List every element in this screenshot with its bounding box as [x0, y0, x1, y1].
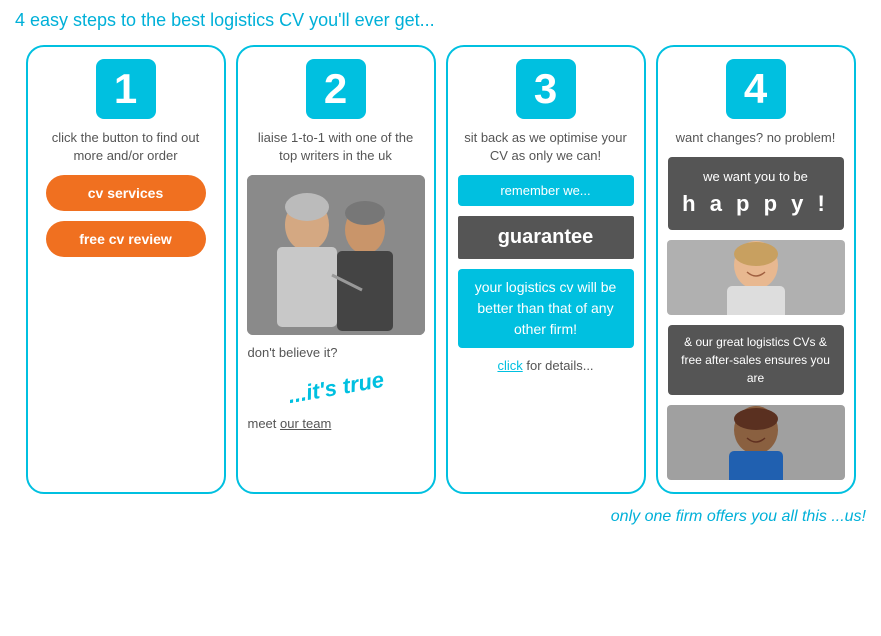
team-photo [247, 175, 425, 335]
guarantee-box: guarantee [458, 216, 634, 259]
man-photo [667, 405, 845, 480]
page-title: 4 easy steps to the best logistics CV yo… [15, 10, 866, 31]
meet-team-text: meet our team [248, 416, 424, 431]
column-1: 1 click the button to find out more and/… [26, 45, 226, 494]
step-4-number: 4 [726, 59, 786, 119]
click-details-text: click for details... [458, 358, 634, 373]
happy-box: we want you to be h a p p y ! [668, 157, 844, 230]
our-team-link[interactable]: our team [280, 416, 331, 431]
step-2-desc: liaise 1-to-1 with one of the top writer… [248, 129, 424, 165]
cv-services-button[interactable]: cv services [46, 175, 206, 211]
column-2: 2 liaise 1-to-1 with one of the top writ… [236, 45, 436, 494]
woman-photo [667, 240, 845, 315]
step-3-number: 3 [516, 59, 576, 119]
after-sales-box: & our great logistics CVs & free after-s… [668, 325, 844, 395]
step-1-number: 1 [96, 59, 156, 119]
step-1-desc: click the button to find out more and/or… [38, 129, 214, 165]
its-true-text: ...it's true [247, 360, 425, 416]
click-link[interactable]: click [497, 358, 522, 373]
columns-container: 1 click the button to find out more and/… [15, 45, 866, 494]
dont-believe-text: don't believe it? [248, 345, 424, 360]
column-4: 4 want changes? no problem! we want you … [656, 45, 856, 494]
column-3: 3 sit back as we optimise your CV as onl… [446, 45, 646, 494]
remember-box: remember we... [458, 175, 634, 206]
happy-pre-text: we want you to be [676, 167, 836, 187]
step-2-number: 2 [306, 59, 366, 119]
logistics-text-box: your logistics cv will be better than th… [458, 269, 634, 348]
step-3-desc: sit back as we optimise your CV as only … [458, 129, 634, 165]
free-cv-review-button[interactable]: free cv review [46, 221, 206, 257]
step-4-desc: want changes? no problem! [676, 129, 836, 147]
footer-text: only one firm offers you all this ...us! [15, 508, 866, 526]
happy-word: h a p p y ! [676, 187, 836, 220]
